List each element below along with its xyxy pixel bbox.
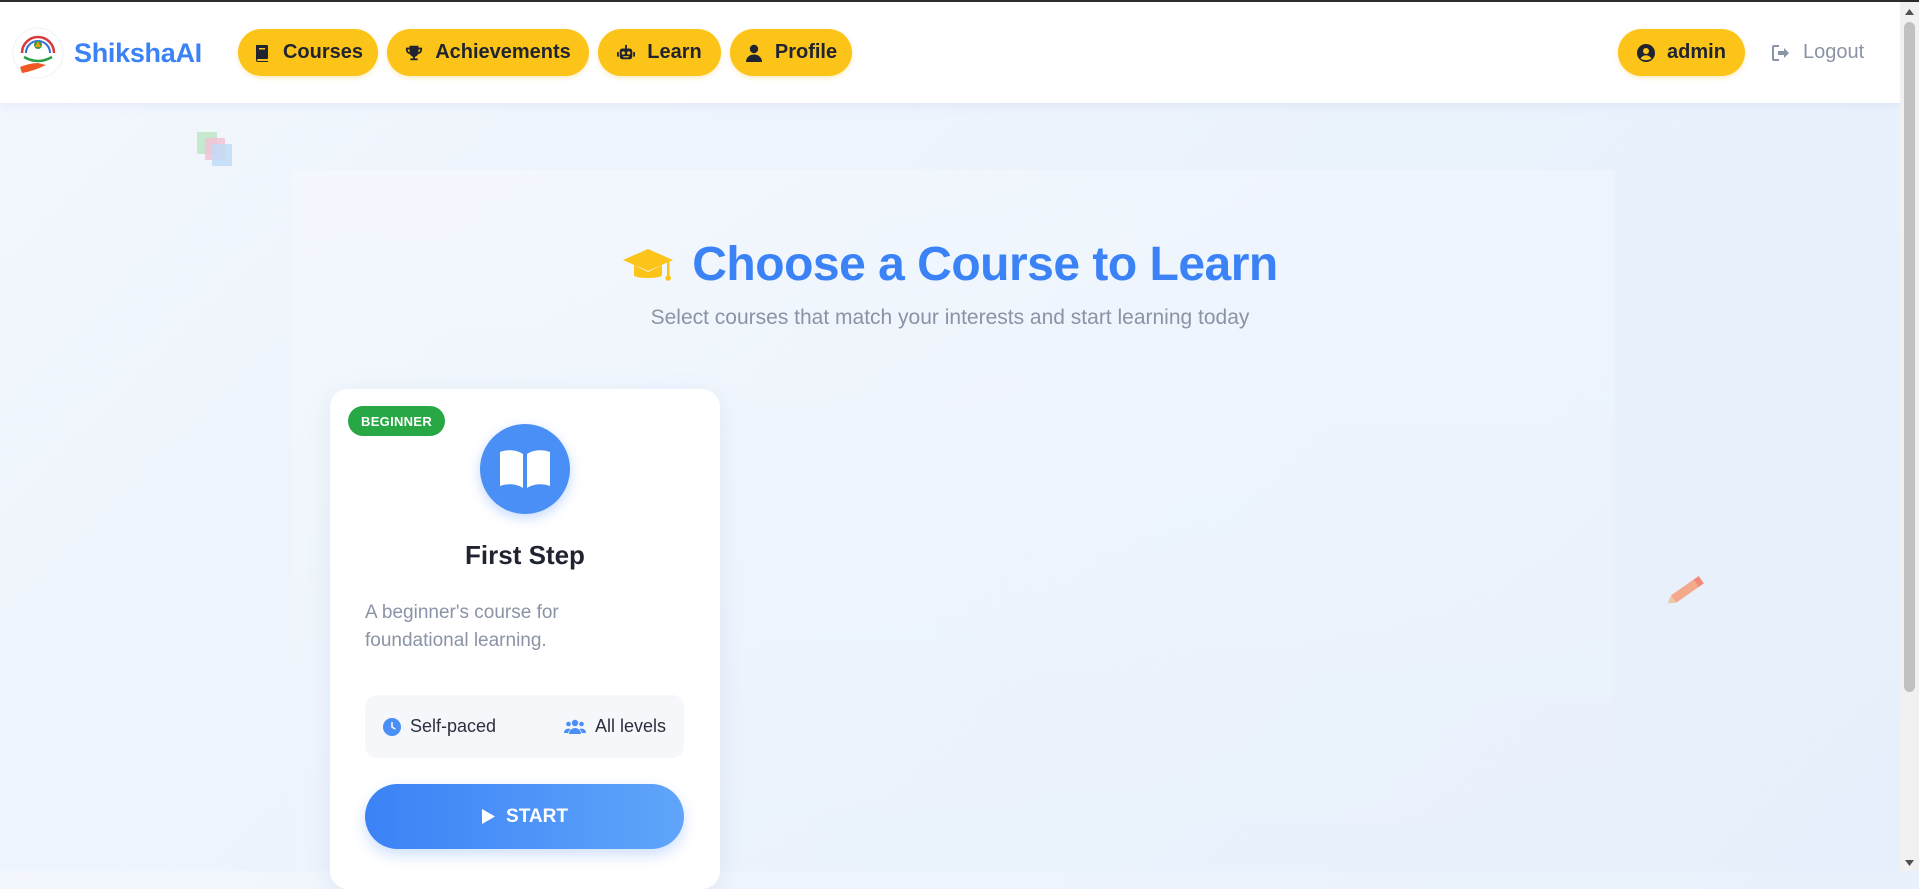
nav-courses-button[interactable]: Courses: [238, 29, 378, 76]
page-subtitle: Select courses that match your interests…: [650, 306, 1250, 329]
start-button-label: START: [506, 805, 568, 827]
course-icon-circle: [480, 424, 570, 514]
nav-learn-button[interactable]: Learn: [598, 29, 721, 76]
nav-profile-label: Profile: [774, 41, 838, 63]
nav-achievements-button[interactable]: Achievements: [387, 29, 589, 76]
user-menu-button[interactable]: admin: [1618, 29, 1745, 76]
sign-out-icon: [1772, 44, 1789, 61]
arrow-up-icon: [1905, 9, 1914, 15]
clock-icon: [383, 717, 401, 736]
nav-courses-label: Courses: [282, 41, 364, 63]
brand-name: ShikshaAI: [74, 37, 202, 68]
nav-profile-button[interactable]: Profile: [730, 29, 852, 76]
logout-label: Logout: [1803, 41, 1865, 63]
pace-label: Self-paced: [410, 716, 497, 736]
level-info: All levels: [563, 716, 666, 737]
level-badge: BEGINNER: [348, 406, 446, 436]
brand[interactable]: ShikshaAI: [12, 27, 202, 79]
scroll-up-arrow[interactable]: [1903, 5, 1916, 17]
pace-info: Self-paced: [383, 716, 496, 737]
course-title: First Step: [465, 540, 585, 570]
user-icon: [745, 44, 762, 62]
book-icon: [255, 44, 268, 62]
robot-icon: [617, 44, 636, 59]
open-book-icon: [500, 450, 550, 488]
nav-learn-label: Learn: [647, 41, 702, 63]
title-row: Choose a Course to Learn: [622, 237, 1278, 292]
level-label: All levels: [594, 716, 666, 736]
top-navbar: ShikshaAI Courses Achievements Learn Pro…: [0, 2, 1900, 103]
user-circle-icon: [1637, 43, 1656, 62]
pencil-decoration-icon: [1667, 576, 1704, 604]
trophy-icon: [406, 45, 423, 60]
start-course-button[interactable]: START: [365, 784, 684, 849]
arrow-down-icon: [1905, 860, 1914, 866]
page-title: Choose a Course to Learn: [692, 238, 1278, 291]
sticky-notes-decoration-icon: [197, 132, 232, 166]
play-icon: [482, 809, 496, 824]
graduation-cap-icon: [623, 248, 674, 281]
course-card[interactable]: BEGINNER First Step A beginner's course …: [330, 389, 720, 889]
scrollbar-thumb[interactable]: [1904, 22, 1915, 692]
nav-achievements-label: Achievements: [435, 41, 571, 63]
course-description: A beginner's course for foundational lea…: [365, 602, 559, 651]
shiksha-logo-icon: [12, 27, 64, 79]
user-menu-label: admin: [1667, 41, 1726, 63]
logout-button[interactable]: Logout: [1771, 29, 1864, 76]
scroll-down-arrow[interactable]: [1903, 856, 1916, 868]
course-meta: Self-paced All levels: [365, 695, 684, 758]
page-header: Choose a Course to Learn Select courses …: [0, 237, 1900, 330]
users-icon: [563, 719, 586, 734]
